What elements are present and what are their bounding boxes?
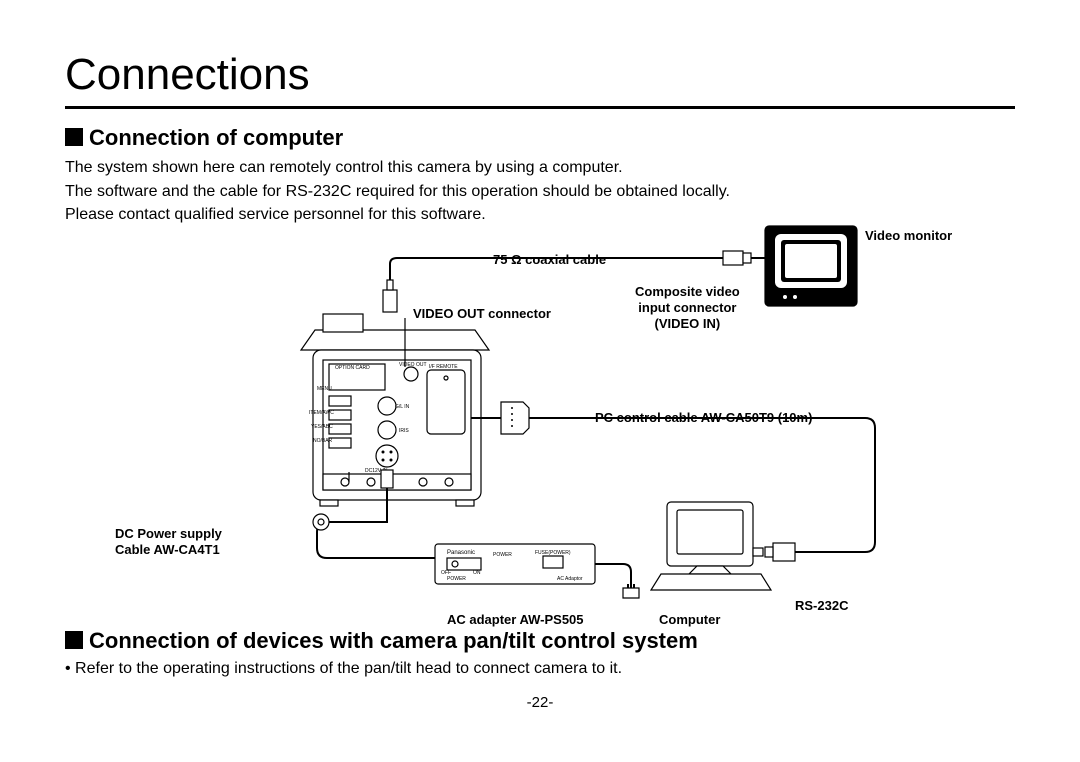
video-monitor-icon [765, 226, 857, 306]
ac-power-label2: POWER [447, 576, 466, 582]
section1-p1: The system shown here can remotely contr… [65, 157, 1015, 179]
section1-heading: Connection of computer [65, 125, 1015, 151]
computer-label: Computer [659, 612, 720, 628]
section1-heading-text: Connection of computer [89, 125, 343, 150]
ac-adapter-icon: Panasonic POWER FUSE(POWER) OFF ON POWER… [435, 544, 595, 584]
camera-ifremote-label: I/F REMOTE [429, 364, 458, 370]
ac-cord [595, 564, 639, 598]
computer-icon [651, 502, 771, 590]
coaxial-cable-label: 75 Ω coaxial cable [493, 252, 606, 268]
square-bullet-icon [65, 128, 83, 146]
section2-heading-text: Connection of devices with camera pan/ti… [89, 628, 698, 653]
video-monitor-label: Video monitor [865, 228, 952, 244]
video-out-connector-label: VIDEO OUT connector [413, 306, 551, 322]
ac-power-label: POWER [493, 552, 512, 558]
main-title: Connections [65, 50, 1015, 100]
ac-on-label: ON [473, 570, 481, 576]
ac-fuse-label: FUSE(POWER) [535, 550, 571, 556]
square-bullet-icon-2 [65, 631, 83, 649]
composite-label: Composite video input connector (VIDEO I… [635, 284, 740, 333]
rs232c-label: RS-232C [795, 598, 848, 614]
camera-yesabc-label: YES/ABC [311, 424, 333, 430]
dc-power-label: DC Power supply Cable AW-CA4T1 [115, 526, 222, 559]
camera-iris-label: IRIS [399, 428, 409, 434]
ac-adapter-label: AC adapter AW-PS505 [447, 612, 584, 628]
ac-adaptor-text: AC Adaptor [557, 576, 583, 582]
pc-control-cable-label: PC control cable AW-CA50T9 (10m) [595, 410, 812, 426]
section2-heading: Connection of devices with camera pan/ti… [65, 628, 1015, 654]
section2-note: • Refer to the operating instructions of… [65, 660, 1015, 678]
camera-videoout-label: VIDEO OUT [399, 362, 427, 368]
camera-itemawc-label: ITEM/AWC [309, 410, 334, 416]
camera-menu-label: MENU [317, 386, 332, 392]
camera-nobar-label: NO/BAR [313, 438, 333, 444]
camera-glin-label: G/L IN [395, 404, 410, 410]
connection-diagram: OPTION CARD VIDEO OUT I/F REMOTE MENU G/… [65, 222, 1015, 622]
ac-brand: Panasonic [447, 550, 475, 556]
diagram-svg: OPTION CARD VIDEO OUT I/F REMOTE MENU G/… [65, 222, 1015, 622]
title-rule [65, 106, 1015, 109]
camera-optioncard-label: OPTION CARD [335, 365, 370, 371]
page-number: -22- [65, 694, 1015, 711]
section1-p2: The software and the cable for RS-232C r… [65, 181, 1015, 203]
